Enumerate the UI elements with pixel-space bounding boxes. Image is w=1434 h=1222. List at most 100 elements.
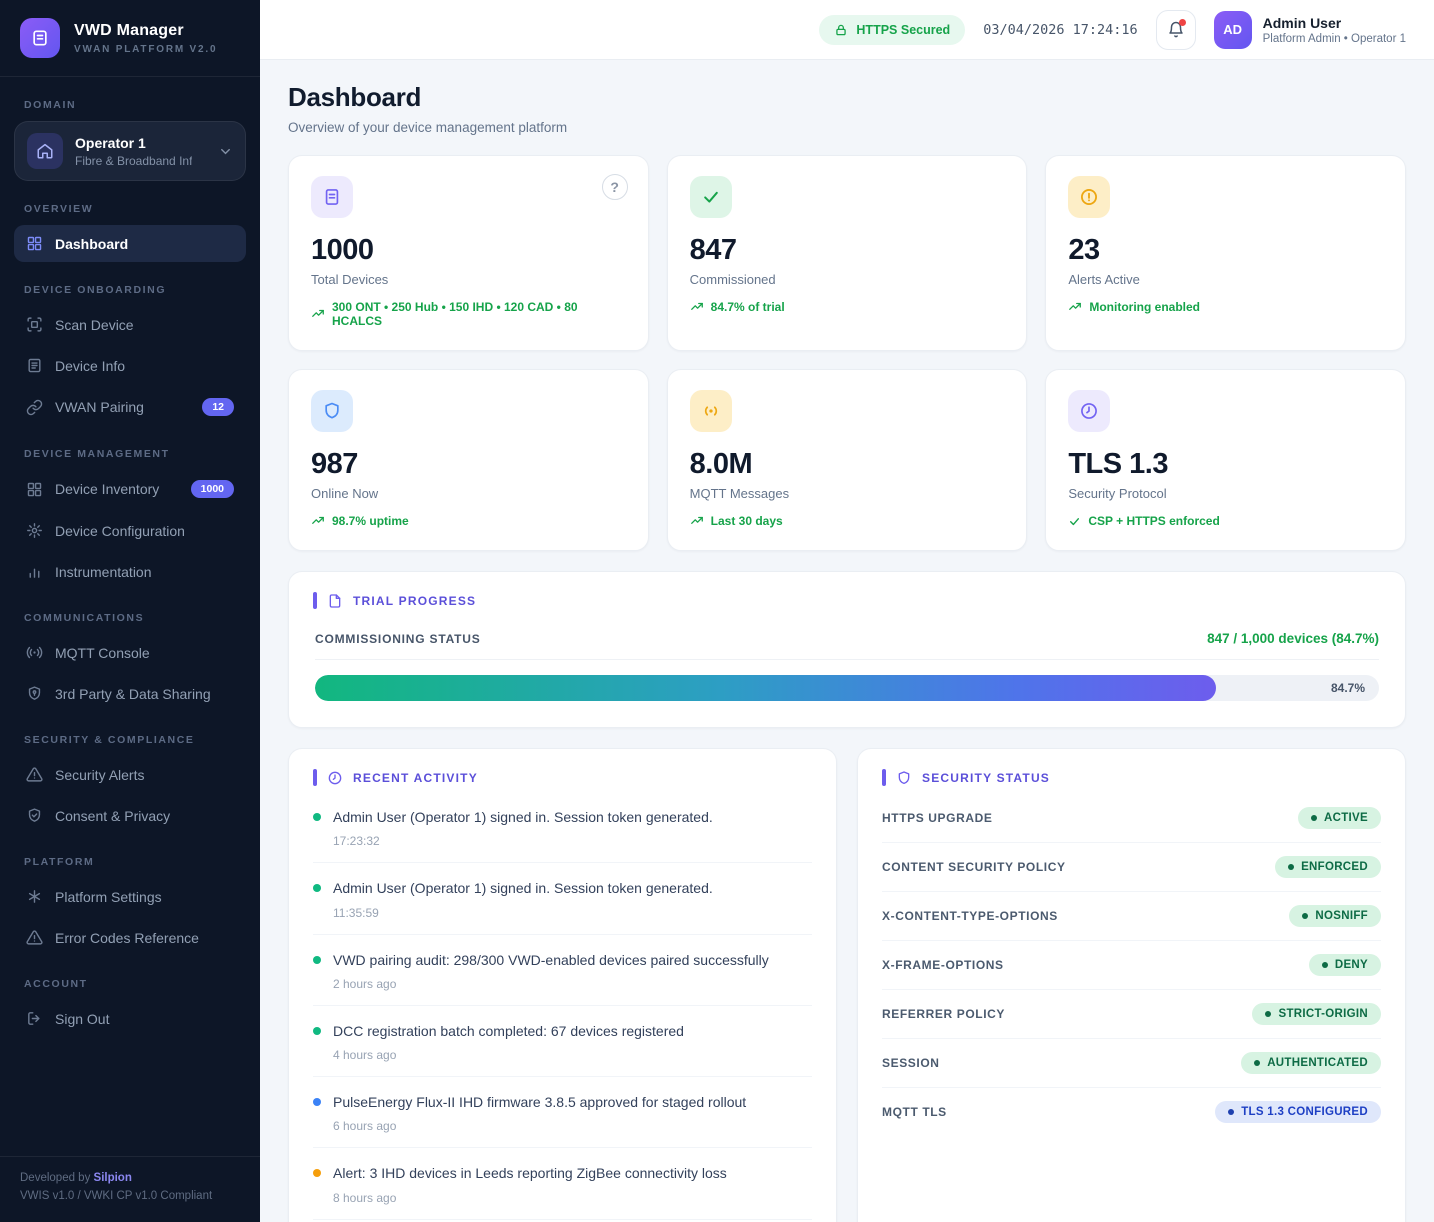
sidebar-item-label: Device Inventory (55, 481, 159, 497)
accent-bar (313, 769, 317, 786)
stat-value: 987 (311, 448, 626, 481)
activity-item: Admin User (Operator 1) signed in. Sessi… (313, 792, 812, 863)
accent-bar (882, 769, 886, 786)
sidebar-item-error-codes-reference[interactable]: Error Codes Reference (14, 919, 246, 956)
document-icon (327, 593, 343, 609)
sidebar-item-scan-device[interactable]: Scan Device (14, 306, 246, 343)
sidebar-item-dashboard[interactable]: Dashboard (14, 225, 246, 262)
user-name: Admin User (1263, 15, 1406, 31)
app-title: VWD Manager (74, 22, 217, 40)
sidebar-item-label: Device Configuration (55, 523, 185, 539)
activity-time: 8 hours ago (333, 1191, 812, 1205)
help-icon[interactable]: ? (602, 174, 628, 200)
domain-selector[interactable]: Operator 1 Fibre & Broadband Inf (14, 121, 246, 181)
header-timestamp: 03/04/2026 17:24:16 (983, 22, 1137, 38)
sidebar-item-label: Scan Device (55, 317, 134, 333)
progress-percent-label: 84.7% (1331, 681, 1365, 695)
pairing-count-badge: 12 (202, 398, 234, 416)
status-badge: DENY (1309, 954, 1381, 976)
stat-label: MQTT Messages (690, 486, 1005, 501)
sidebar-item-label: 3rd Party & Data Sharing (55, 686, 211, 702)
developed-by-text: Developed by (20, 1172, 90, 1184)
security-row: CONTENT SECURITY POLICY ENFORCED (882, 843, 1381, 892)
trending-up-icon (690, 300, 704, 314)
grid-icon (26, 481, 43, 498)
trial-progress-panel: TRIAL PROGRESS COMMISSIONING STATUS 847 … (288, 571, 1406, 728)
stat-label: Online Now (311, 486, 626, 501)
activity-time: 2 hours ago (333, 977, 812, 991)
status-dot (313, 1169, 321, 1177)
progress-bar-fill (315, 675, 1216, 701)
clock-icon (327, 770, 343, 786)
security-row: REFERRER POLICY STRICT-ORIGIN (882, 990, 1381, 1039)
activity-item: VWD pairing audit: 298/300 VWD-enabled d… (313, 935, 812, 1006)
sidebar-item-label: Consent & Privacy (55, 808, 170, 824)
status-dot (313, 884, 321, 892)
recent-activity-header: RECENT ACTIVITY (289, 749, 836, 786)
page-subtitle: Overview of your device management platf… (288, 120, 1406, 135)
inventory-count-badge: 1000 (191, 480, 234, 498)
panel-title: SECURITY STATUS (922, 771, 1050, 785)
stat-card-total-devices: ? 1000 Total Devices 300 ONT • 250 Hub •… (288, 155, 649, 351)
stat-trend-text: 84.7% of trial (711, 300, 785, 314)
sidebar-item-instrumentation[interactable]: Instrumentation (14, 553, 246, 590)
stat-card-alerts-active: 23 Alerts Active Monitoring enabled (1045, 155, 1406, 351)
status-dot (1311, 815, 1317, 821)
stat-trend: CSP + HTTPS enforced (1068, 514, 1383, 528)
sidebar-item-platform-settings[interactable]: Platform Settings (14, 878, 246, 915)
stat-card-online-now: 987 Online Now 98.7% uptime (288, 369, 649, 551)
security-row: MQTT TLS TLS 1.3 CONFIGURED (882, 1088, 1381, 1136)
sidebar-item-security-alerts[interactable]: Security Alerts (14, 756, 246, 793)
security-row: HTTPS UPGRADE ACTIVE (882, 794, 1381, 843)
activity-item: PulseEnergy Flux-II IHD firmware 3.8.5 a… (313, 1077, 812, 1148)
section-label-domain: DOMAIN (24, 99, 236, 111)
sidebar-footer: Developed by Silpion VWIS v1.0 / VWKI CP… (0, 1156, 260, 1222)
security-status-panel: SECURITY STATUS HTTPS UPGRADE ACTIVE CON… (857, 748, 1406, 1222)
status-text: STRICT-ORIGIN (1278, 1008, 1368, 1020)
stat-label: Total Devices (311, 272, 626, 287)
vendor-link[interactable]: Silpion (94, 1172, 132, 1184)
clock-icon (1068, 390, 1110, 432)
status-text: AUTHENTICATED (1267, 1057, 1368, 1069)
activity-time: 11:35:59 (333, 906, 812, 920)
topbar: HTTPS Secured 03/04/2026 17:24:16 AD Adm… (260, 0, 1434, 60)
stat-trend-text: Last 30 days (711, 514, 783, 528)
activity-list: Admin User (Operator 1) signed in. Sessi… (313, 792, 812, 1222)
sidebar-item-consent-privacy[interactable]: Consent & Privacy (14, 797, 246, 834)
shield-icon (896, 770, 912, 786)
scan-icon (26, 316, 43, 333)
security-row: X-CONTENT-TYPE-OPTIONS NOSNIFF (882, 892, 1381, 941)
stat-trend: 84.7% of trial (690, 300, 1005, 314)
sidebar-item-3rd-party-data-sharing[interactable]: 3rd Party & Data Sharing (14, 675, 246, 712)
sidebar-item-device-info[interactable]: Device Info (14, 347, 246, 384)
home-icon (27, 133, 63, 169)
commissioning-status-label: COMMISSIONING STATUS (315, 632, 481, 646)
stat-value: 847 (690, 234, 1005, 267)
document-icon (26, 357, 43, 374)
broadcast-icon (26, 644, 43, 661)
security-label: X-FRAME-OPTIONS (882, 958, 1004, 972)
sidebar-item-sign-out[interactable]: Sign Out (14, 1000, 246, 1037)
status-badge: ACTIVE (1298, 807, 1381, 829)
sidebar-item-vwan-pairing[interactable]: VWAN Pairing 12 (14, 388, 246, 426)
sidebar-item-mqtt-console[interactable]: MQTT Console (14, 634, 246, 671)
notifications-button[interactable] (1156, 10, 1196, 50)
file-text-icon (311, 176, 353, 218)
bar-chart-icon (26, 563, 43, 580)
sidebar-item-device-inventory[interactable]: Device Inventory 1000 (14, 470, 246, 508)
warning-triangle-icon (26, 766, 43, 783)
sidebar-item-label: Instrumentation (55, 564, 152, 580)
sidebar-item-label: Platform Settings (55, 889, 162, 905)
activity-text: Admin User (Operator 1) signed in. Sessi… (333, 807, 713, 827)
dashboard-grid-icon (26, 235, 43, 252)
stat-card-commissioned: 847 Commissioned 84.7% of trial (667, 155, 1028, 351)
accent-bar (313, 592, 317, 609)
shield-check-icon (26, 807, 43, 824)
sidebar-item-label: Error Codes Reference (55, 930, 199, 946)
sidebar-item-device-configuration[interactable]: Device Configuration (14, 512, 246, 549)
sidebar-item-label: VWAN Pairing (55, 399, 144, 415)
stat-value: 8.0M (690, 448, 1005, 481)
warning-triangle-icon (26, 929, 43, 946)
status-dot (313, 956, 321, 964)
user-menu[interactable]: AD Admin User Platform Admin • Operator … (1214, 11, 1406, 49)
